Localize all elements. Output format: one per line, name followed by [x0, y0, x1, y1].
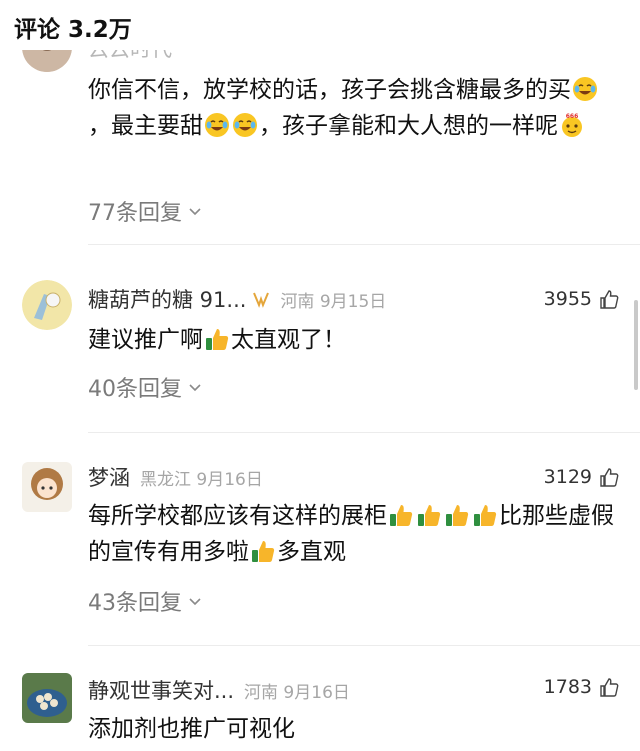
divider — [88, 244, 640, 245]
thumbs-up-icon — [600, 678, 619, 697]
comment-text: 每所学校都应该有这样的展柜 比那些虚假的宣传有用多啦 多直观 — [88, 498, 618, 570]
comments-count-title: 评论 3.2万 — [14, 17, 132, 43]
comment-text-segment: ，最主要甜 — [88, 113, 203, 139]
chevron-down-icon — [189, 598, 201, 606]
replies-count: 40条回复 — [88, 377, 182, 402]
comment-text-segment: 每所学校都应该有这样的展柜 — [88, 503, 387, 529]
comment-header: 静观世事笑对... 河南 9月16日 — [88, 675, 350, 705]
laugh-cry-emoji — [572, 76, 598, 102]
comment-text-segment: 多直观 — [277, 539, 346, 565]
avatar[interactable] — [22, 462, 72, 512]
avatar[interactable] — [22, 280, 72, 330]
like-count: 3955 — [543, 288, 592, 310]
divider — [88, 432, 640, 433]
divider — [88, 645, 640, 646]
comment-text-segment: 你信不信，放学校的话，孩子会挑含糖最多的买 — [88, 77, 571, 103]
comment-text-segment: 建议推广啊 — [88, 327, 203, 353]
svg-text:666: 666 — [566, 113, 579, 120]
thumbs-up-emoji — [416, 502, 442, 528]
like-button[interactable]: 3129 — [544, 462, 620, 492]
laugh-cry-emoji — [232, 112, 258, 138]
thumbs-up-icon — [600, 468, 619, 487]
replies-count: 77条回复 — [88, 201, 182, 226]
comment-text-segment: 太直观了！ — [231, 327, 346, 353]
laugh-cry-emoji — [204, 112, 230, 138]
like-count: 1783 — [543, 676, 592, 698]
comment-text-segment: 添加剂也推广可视化 — [88, 716, 295, 742]
location-date: 河南 9月16日 — [244, 682, 350, 703]
location-date: 河南 9月15日 — [280, 291, 387, 312]
thumbs-up-emoji — [388, 502, 414, 528]
comment-text: 添加剂也推广可视化 — [88, 711, 618, 747]
like-count: 3129 — [543, 466, 592, 488]
comment-text: 你信不信，放学校的话，孩子会挑含糖最多的买 ，最主要甜 ，孩子拿能和大人想的一样呢 6… — [88, 72, 618, 144]
replies-toggle[interactable]: 40条回复 — [88, 371, 202, 403]
like-button[interactable]: 3955 — [544, 284, 620, 314]
replies-toggle[interactable]: 43条回复 — [88, 585, 202, 617]
chevron-down-icon — [189, 384, 201, 392]
scrollbar[interactable] — [634, 300, 638, 390]
comment-header: 梦涵 黑龙江 9月16日 — [88, 462, 263, 492]
thumbs-up-emoji — [250, 538, 276, 564]
vip-badge-icon — [253, 292, 270, 308]
comment-header: 糖葫芦的糖 91... 河南 9月15日 — [88, 284, 386, 314]
thumbs-up-icon — [600, 290, 619, 309]
comment-text: 建议推广啊 太直观了！ — [88, 322, 618, 358]
replies-toggle[interactable]: 77条回复 — [88, 195, 202, 227]
replies-count: 43条回复 — [88, 591, 182, 616]
comment-text-segment: ，孩子拿能和大人想的一样呢 — [259, 113, 558, 139]
username[interactable]: 糖葫芦的糖 91... — [88, 284, 246, 314]
666-emoji: 666 — [559, 112, 585, 138]
thumbs-up-emoji — [204, 326, 230, 352]
like-button[interactable]: 1783 — [544, 672, 620, 702]
thumbs-up-emoji — [472, 502, 498, 528]
avatar[interactable] — [22, 673, 72, 723]
comments-header: 评论 3.2万 — [0, 0, 640, 50]
chevron-down-icon — [189, 208, 201, 216]
username[interactable]: 梦涵 — [88, 462, 130, 492]
thumbs-up-emoji — [444, 502, 470, 528]
location-date: 黑龙江 9月16日 — [140, 469, 263, 490]
username[interactable]: 静观世事笑对... — [88, 675, 234, 705]
